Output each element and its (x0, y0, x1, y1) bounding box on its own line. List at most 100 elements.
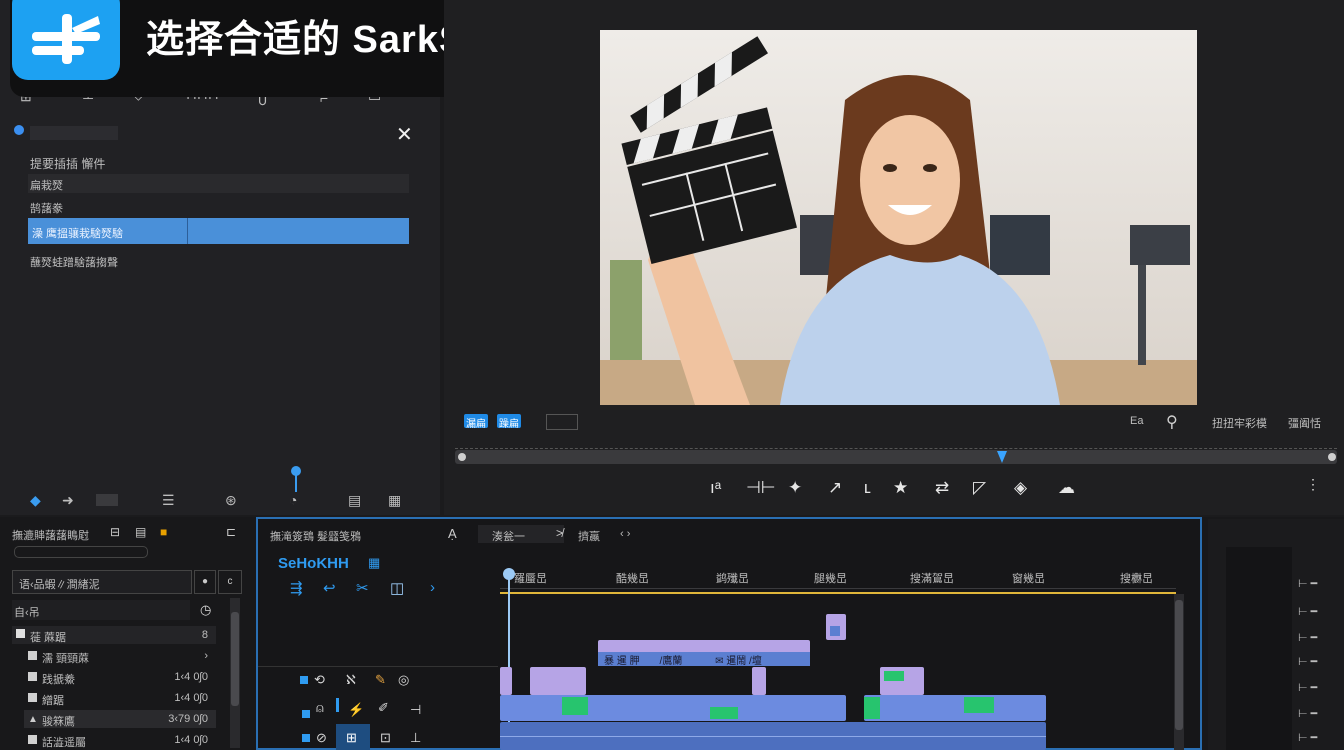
snap-icon[interactable]: ≯ (556, 526, 563, 540)
viewer-scrubber[interactable] (455, 450, 1337, 464)
zoom-label: Ea (1130, 415, 1144, 427)
folder-icon[interactable]: ■ (160, 525, 167, 539)
pen-icon[interactable]: ↗ (828, 478, 842, 498)
timeline-clip[interactable]: 暴 暹 胛 /鷹蘭 ✉ 暹鬧 /壇 (598, 640, 810, 667)
lock-icon[interactable]: ⊟ (110, 525, 120, 539)
project-search-input[interactable]: 语‹品蝦∥澗緖泥 (12, 570, 192, 594)
timeline-ruler[interactable]: 羅蜃旵 酷幾旵 鹢殲旵 腿幾旵 搜滿鴐旵 窗幾旵 搜欁旵 (500, 566, 1176, 589)
sequence-icon[interactable]: ▦ (368, 555, 380, 571)
timeline-clip[interactable] (500, 667, 512, 695)
list-item[interactable]: 扁栽燹 (28, 174, 409, 193)
export-frame-icon[interactable]: ☁ (1058, 478, 1075, 498)
clear-button[interactable]: c (218, 570, 242, 594)
clock-icon[interactable]: ◷ (200, 602, 211, 618)
meter-tick: ⊢ ━ (1298, 656, 1318, 668)
camera-icon[interactable]: ◈ (1014, 478, 1027, 498)
timeline-clip[interactable] (752, 667, 766, 695)
swap-icon[interactable]: ⇄ (935, 478, 949, 498)
close-icon[interactable]: ✕ (396, 122, 413, 147)
sequence-dropdown[interactable]: 湊瓮一 (478, 525, 564, 543)
sync-icon[interactable]: ⟲ (314, 672, 325, 688)
arrow-icon[interactable]: ➜ (62, 492, 74, 509)
settings-icon[interactable]: ⋮ (1306, 476, 1320, 493)
scrub-start[interactable] (458, 453, 466, 461)
project-scrollbar[interactable] (230, 598, 240, 748)
track-toggle[interactable] (302, 734, 310, 742)
palette-icon[interactable]: ⊛ (225, 492, 237, 509)
list-view-icon[interactable]: ▤ (135, 525, 146, 539)
nav-arrows[interactable]: ‹ › (620, 528, 630, 540)
track-toggle[interactable] (300, 676, 308, 684)
folder-row[interactable]: 自‹吊 (12, 600, 190, 620)
track-toggle[interactable] (302, 710, 310, 718)
scrub-end[interactable] (1328, 453, 1336, 461)
grid-small-icon[interactable]: ▦ (388, 492, 401, 509)
panel-heading: 提要插插 懈件 (30, 157, 106, 171)
bell-icon[interactable]: ⍝ (316, 700, 324, 716)
info-icon (14, 125, 24, 135)
diamond-icon[interactable]: ◆ (30, 492, 41, 509)
export-icon[interactable]: ▤ (348, 492, 361, 509)
edit-icon[interactable]: ✐ (378, 700, 389, 716)
insert-icon[interactable]: ⇶ (290, 579, 303, 597)
timeline-scrollbar[interactable] (1174, 594, 1184, 750)
magnet-icon[interactable]: Ạ (448, 526, 457, 541)
project-title: 撫漉賗藷藷瞗屗 (12, 530, 89, 542)
timecode-display[interactable]: SeHoKHH (278, 555, 349, 572)
mark-in-icon[interactable]: ıᵃ (710, 478, 721, 498)
filter-button[interactable]: ● (194, 570, 216, 594)
mask-icon[interactable]: ◸ (973, 478, 986, 498)
eye-icon[interactable]: ◎ (398, 672, 409, 688)
list-item-selected[interactable]: 澡 鹰搵骧栽騇燹騇 (28, 218, 409, 244)
pen-track-icon[interactable]: ✎ (375, 672, 386, 688)
overwrite-icon[interactable]: ↩ (323, 579, 336, 597)
wrench-icon[interactable]: ⚲ (1166, 412, 1178, 432)
timeline-clip[interactable] (864, 695, 1046, 721)
meter-tick: ⊢ ━ (1298, 632, 1318, 644)
out-point-badge[interactable]: 躁扁 (497, 414, 521, 430)
fx-icon[interactable]: ℵ (346, 672, 356, 688)
list-item[interactable]: ▲ 骏箖鷹 3‹79 0ʃ0 (24, 710, 216, 728)
audio-clip[interactable] (500, 722, 1046, 750)
meter-tick: ⊢ ━ (1298, 606, 1318, 618)
mic-icon[interactable]: ⊥ (410, 730, 421, 746)
gauge-icon[interactable]: ◔ (289, 492, 297, 508)
star-icon[interactable]: ★ (893, 478, 908, 498)
slider-knob[interactable] (291, 466, 301, 476)
list-item[interactable]: 践搋鯗 1‹4 0ʃ0 (24, 668, 216, 686)
solo-button[interactable]: ⊞ (336, 724, 370, 750)
list-item[interactable]: 話澁遥屬 1‹4 0ʃ0 (24, 731, 216, 749)
meter-tick: ⊢ ━ (1298, 708, 1318, 720)
panel-search-field[interactable] (30, 126, 118, 140)
viewer-label: 扭扭牢彩模 (1212, 418, 1267, 430)
timeline-clip[interactable] (880, 667, 924, 695)
marker-icon[interactable]: ◫ (390, 579, 404, 597)
trim-icon[interactable]: ⊣⊢ (746, 478, 776, 498)
list-item[interactable]: 繒踞 1‹4 0ʃ0 (24, 689, 216, 707)
project-progress (14, 546, 148, 558)
playhead-knob[interactable] (503, 568, 515, 580)
timecode-field[interactable] (546, 414, 578, 430)
work-area-bar[interactable] (500, 592, 1176, 594)
list-item[interactable]: 鹄藷豢 (28, 197, 409, 216)
razor-icon[interactable]: ✂ (356, 579, 369, 597)
timeline-clip[interactable] (826, 614, 846, 640)
timeline-clip[interactable] (530, 667, 586, 695)
list-item[interactable]: 蓰 蔴踞 8 (12, 626, 216, 644)
lock-track-icon[interactable]: ⊡ (380, 730, 391, 746)
list-item[interactable]: 濡 頸頸蔴 › (24, 647, 216, 665)
list-icon[interactable]: ☰ (162, 492, 175, 509)
mute-icon[interactable]: ⊘ (316, 730, 327, 746)
toggle-button[interactable] (96, 494, 118, 506)
audio-meter (1226, 547, 1292, 750)
link-icon[interactable]: › (430, 579, 435, 596)
in-point-badge[interactable]: 漏扁 (464, 414, 488, 430)
wand-icon[interactable]: ⚡ (348, 702, 364, 718)
video-frame (600, 30, 1197, 405)
move-icon[interactable]: ✦ (788, 478, 802, 498)
list-item[interactable]: 蘸燹蛙蹭騇藷搊聲 (28, 251, 409, 270)
tag-icon[interactable]: ⊏ (226, 525, 236, 539)
audio-icon[interactable]: ⊣ (410, 702, 421, 718)
crop-icon[interactable]: ʟ (864, 478, 871, 498)
timeline-clip[interactable] (500, 695, 846, 721)
